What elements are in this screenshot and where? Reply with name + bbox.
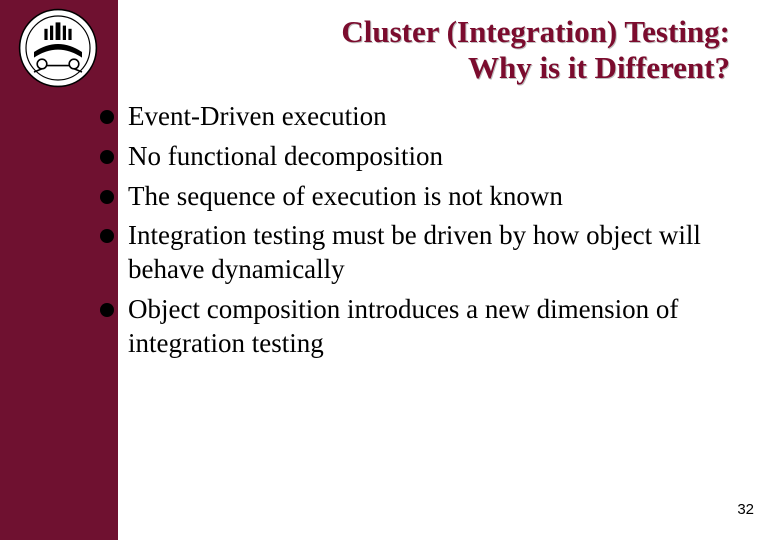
bullet-icon bbox=[100, 190, 114, 204]
list-item: Object composition introduces a new dime… bbox=[100, 293, 760, 361]
university-logo bbox=[18, 8, 98, 88]
list-item: The sequence of execution is not known bbox=[100, 180, 760, 214]
bullet-icon bbox=[100, 110, 114, 124]
page-number: 32 bbox=[737, 501, 754, 518]
list-item: No functional decomposition bbox=[100, 140, 760, 174]
title-line-2: Why is it Different? bbox=[468, 50, 730, 85]
bullet-text: Object composition introduces a new dime… bbox=[128, 293, 760, 361]
list-item: Event-Driven execution bbox=[100, 100, 760, 134]
list-item: Integration testing must be driven by ho… bbox=[100, 219, 760, 287]
bullet-icon bbox=[100, 150, 114, 164]
bullet-list: Event-Driven execution No functional dec… bbox=[100, 100, 760, 366]
bullet-text: No functional decomposition bbox=[128, 140, 443, 174]
slide-title: Cluster (Integration) Testing: Why is it… bbox=[130, 14, 760, 85]
bullet-text: Integration testing must be driven by ho… bbox=[128, 219, 760, 287]
bullet-text: Event-Driven execution bbox=[128, 100, 387, 134]
bullet-text: The sequence of execution is not known bbox=[128, 180, 563, 214]
title-line-1: Cluster (Integration) Testing: bbox=[341, 14, 730, 49]
bullet-icon bbox=[100, 303, 114, 317]
bullet-icon bbox=[100, 229, 114, 243]
